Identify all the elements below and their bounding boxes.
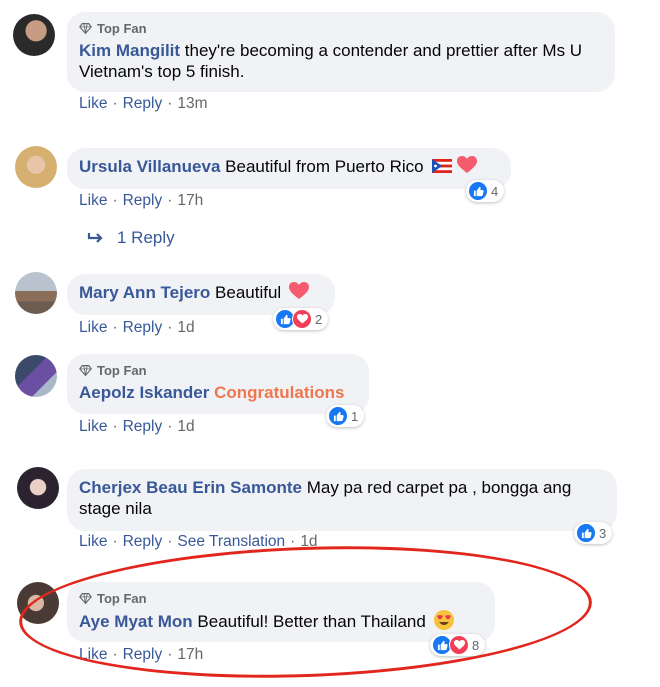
reaction-number: 3 [599, 525, 607, 541]
reaction-count[interactable]: 8 [430, 634, 486, 656]
badge-label: Top Fan [97, 590, 147, 606]
avatar[interactable] [15, 355, 57, 397]
reaction-count[interactable]: 3 [574, 522, 613, 544]
reaction-number: 4 [491, 183, 499, 199]
reaction-number: 2 [315, 311, 323, 327]
reaction-count[interactable]: 1 [326, 405, 365, 427]
like-reaction-icon [576, 523, 596, 543]
reply-link[interactable]: Reply [123, 418, 163, 435]
comment-bubble: Top Fan Aepolz Iskander Congratulations [67, 354, 369, 414]
comment-text: Congratulations [214, 383, 345, 402]
avatar[interactable] [13, 14, 55, 56]
avatar[interactable] [17, 582, 59, 624]
top-fan-badge: Top Fan [79, 590, 483, 606]
like-link[interactable]: Like [79, 95, 107, 112]
comment-actions: Like · Reply · 13m [79, 95, 208, 112]
comment-time[interactable]: 1d [177, 418, 194, 435]
comment-time[interactable]: 1d [300, 533, 317, 550]
like-link[interactable]: Like [79, 646, 107, 663]
see-translation-link[interactable]: See Translation [177, 533, 285, 550]
comment-time[interactable]: 17h [177, 192, 203, 209]
reply-link[interactable]: Reply [123, 192, 163, 209]
diamond-icon [79, 364, 92, 376]
like-link[interactable]: Like [79, 418, 107, 435]
view-replies-link[interactable]: 1 Reply [87, 228, 175, 248]
comment-bubble: Top Fan Kim Mangilit they're becoming a … [67, 12, 615, 92]
reaction-number: 1 [351, 408, 359, 424]
like-link[interactable]: Like [79, 192, 107, 209]
reply-link[interactable]: Reply [123, 533, 163, 550]
reaction-number: 8 [472, 637, 480, 653]
comment-text: Beautiful! Better than Thailand [197, 612, 426, 631]
reply-link[interactable]: Reply [123, 319, 163, 336]
comment-bubble: Ursula Villanueva Beautiful from Puerto … [67, 148, 511, 189]
comment-author[interactable]: Kim Mangilit [79, 41, 180, 60]
like-reaction-icon [328, 406, 348, 426]
badge-label: Top Fan [97, 362, 147, 378]
diamond-icon [79, 592, 92, 604]
love-reaction-icon [449, 635, 469, 655]
replies-count[interactable]: 1 Reply [117, 228, 175, 248]
puerto-rico-flag-icon [432, 159, 453, 173]
top-fan-badge: Top Fan [79, 20, 603, 36]
heart-eyes-emoji-icon [433, 610, 454, 630]
like-link[interactable]: Like [79, 319, 107, 336]
avatar[interactable] [15, 272, 57, 314]
comment-author[interactable]: Mary Ann Tejero [79, 283, 210, 302]
comment-actions: Like · Reply · See Translation · 1d [79, 533, 318, 550]
diamond-icon [79, 22, 92, 34]
heart-icon [288, 282, 309, 299]
badge-label: Top Fan [97, 20, 147, 36]
comment-author[interactable]: Aepolz Iskander [79, 383, 209, 402]
comment-bubble: Top Fan Aye Myat Mon Beautiful! Better t… [67, 582, 495, 642]
comment-actions: Like · Reply · 17h [79, 646, 204, 663]
comment-time[interactable]: 1d [177, 319, 194, 336]
comment-actions: Like · Reply · 1d [79, 319, 195, 336]
comment-actions: Like · Reply · 17h [79, 192, 204, 209]
avatar[interactable] [17, 467, 59, 509]
comment-actions: Like · Reply · 1d [79, 418, 195, 435]
comment-text: Beautiful from Puerto Rico [225, 157, 424, 176]
reaction-count[interactable]: 4 [466, 180, 505, 202]
love-reaction-icon [292, 309, 312, 329]
comment-author[interactable]: Cherjex Beau Erin Samonte [79, 478, 302, 497]
heart-icon [457, 156, 478, 173]
reply-arrow-icon [87, 233, 103, 243]
comment-text: Beautiful [215, 283, 282, 302]
top-fan-badge: Top Fan [79, 362, 357, 378]
comment-bubble: Cherjex Beau Erin Samonte May pa red car… [67, 469, 617, 531]
like-link[interactable]: Like [79, 533, 107, 550]
reply-link[interactable]: Reply [123, 95, 163, 112]
avatar[interactable] [15, 146, 57, 188]
comment-author[interactable]: Aye Myat Mon [79, 612, 193, 631]
reply-link[interactable]: Reply [123, 646, 163, 663]
comment-time[interactable]: 17h [177, 646, 203, 663]
reaction-count[interactable]: 2 [273, 308, 329, 330]
comment-time[interactable]: 13m [177, 95, 207, 112]
comment-author[interactable]: Ursula Villanueva [79, 157, 220, 176]
like-reaction-icon [468, 181, 488, 201]
